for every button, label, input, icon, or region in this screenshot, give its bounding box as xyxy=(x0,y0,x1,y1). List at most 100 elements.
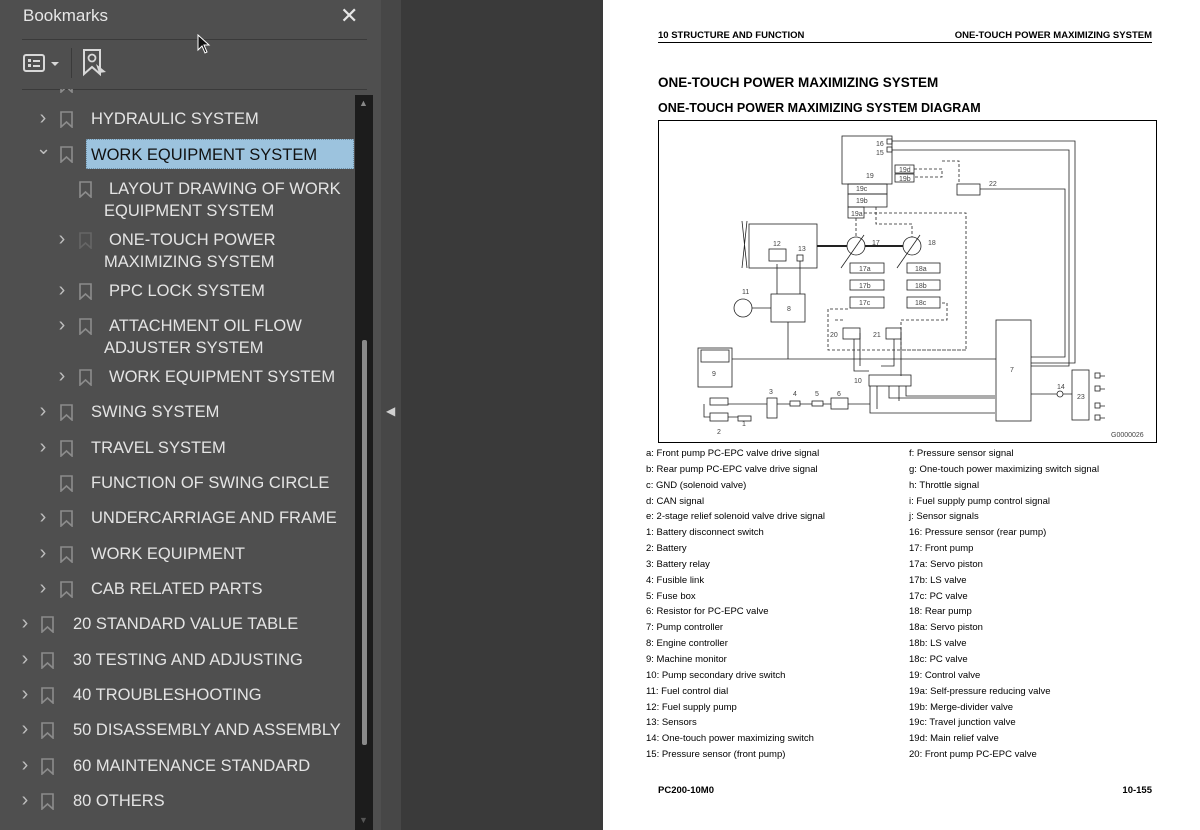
diagram-label: 3 xyxy=(769,389,773,396)
legend-item: 18c: PC valve xyxy=(909,653,968,665)
diagram-code: G0000026 xyxy=(1111,432,1144,439)
legend-item: 1: Battery disconnect switch xyxy=(646,527,764,539)
diagram-label: 17c xyxy=(859,300,871,307)
legend-item: i: Fuel supply pump control signal xyxy=(909,495,1050,507)
bookmark-icon xyxy=(41,652,54,669)
legend-item: c: GND (solenoid valve) xyxy=(646,479,747,491)
scroll-up-icon[interactable]: ▲ xyxy=(359,98,368,108)
header-rule xyxy=(658,42,1152,43)
chevron-right-icon[interactable]: › xyxy=(55,314,69,336)
diagram-label: 2 xyxy=(717,429,721,436)
bookmark-tree: › CONTROL SYSTEM › HYDRAULIC SYSTEM ⌄ WORK EQ… xyxy=(0,89,355,830)
chevron-right-icon[interactable]: › xyxy=(18,754,32,776)
bookmark-icon xyxy=(60,89,73,93)
bookmark-icon xyxy=(60,440,73,457)
bookmark-label: 30 TESTING AND ADJUSTING xyxy=(73,651,303,669)
bookmark-icon xyxy=(79,181,92,198)
legend-item: 18b: LS valve xyxy=(909,638,967,650)
bookmark-label: 20 STANDARD VALUE TABLE xyxy=(73,615,299,633)
chevron-right-icon[interactable]: › xyxy=(36,577,50,599)
collapse-panel-icon[interactable]: ◀ xyxy=(386,404,395,418)
legend-item: 19b: Merge-divider valve xyxy=(909,701,1014,713)
scrollbar-thumb[interactable] xyxy=(362,340,367,745)
chevron-right-icon[interactable]: › xyxy=(36,89,50,94)
chevron-right-icon[interactable]: › xyxy=(36,436,50,458)
document-page: 10 STRUCTURE AND FUNCTION ONE-TOUCH POWE… xyxy=(603,0,1200,830)
chevron-right-icon[interactable]: › xyxy=(18,648,32,670)
diagram-label: 10 xyxy=(854,378,862,385)
diagram-label: 13 xyxy=(798,246,806,253)
diagram-label: 17b xyxy=(859,283,871,290)
legend-item: 18: Rear pump xyxy=(909,606,972,618)
diagram-label: 17a xyxy=(859,266,871,273)
legend-item: 3: Battery relay xyxy=(646,558,710,570)
chevron-right-icon[interactable]: › xyxy=(55,365,69,387)
legend-item: d: CAN signal xyxy=(646,495,705,507)
diagram-label: 18a xyxy=(915,266,927,273)
legend-item: 15: Pressure sensor (front pump) xyxy=(646,749,786,761)
diagram-label: 12 xyxy=(773,241,781,248)
bookmark-label: WORK EQUIPMENT xyxy=(91,545,246,563)
diagram-label: 8 xyxy=(787,306,791,313)
diagram-label: 11 xyxy=(742,289,749,296)
bookmark-icon xyxy=(60,546,73,563)
bookmark-icon xyxy=(60,510,73,527)
chevron-right-icon[interactable]: › xyxy=(18,612,32,634)
chevron-right-icon[interactable]: › xyxy=(55,279,69,301)
diagram-label: 21 xyxy=(873,332,881,339)
find-bookmark-button[interactable] xyxy=(82,48,108,78)
chevron-right-icon[interactable]: › xyxy=(18,789,32,811)
chevron-down-icon[interactable]: ⌄ xyxy=(36,137,51,159)
bookmark-label: ONE-TOUCH POWER MAXIMIZING SYSTEM xyxy=(104,231,276,271)
legend-item: 19c: Travel junction valve xyxy=(909,717,1016,729)
divider xyxy=(22,39,367,40)
legend-item: b: Rear pump PC-EPC valve drive signal xyxy=(646,463,818,475)
legend-right: f: Pressure sensor signal g: One-touch po… xyxy=(909,446,1099,763)
legend-item: 10: Pump secondary drive switch xyxy=(646,669,786,681)
legend-item: e: 2-stage relief solenoid valve drive s… xyxy=(646,511,826,523)
bookmark-icon xyxy=(60,146,73,163)
legend-item: 18a: Servo piston xyxy=(909,622,983,634)
options-menu-button[interactable] xyxy=(22,50,62,76)
bookmark-label: 80 OTHERS xyxy=(73,792,165,810)
legend-item: 19a: Self-pressure reducing valve xyxy=(909,685,1051,697)
legend-item: a: Front pump PC-EPC valve drive signal xyxy=(646,448,820,459)
chevron-right-icon[interactable]: › xyxy=(55,228,69,250)
bookmark-icon xyxy=(60,111,73,128)
chevron-right-icon[interactable]: › xyxy=(36,400,50,422)
bookmark-icon xyxy=(60,475,73,492)
diagram-label: 7 xyxy=(1010,367,1014,374)
bookmark-icon xyxy=(41,793,54,810)
diagram-label: 20 xyxy=(830,332,838,339)
diagram-label: 18b xyxy=(915,283,927,290)
chevron-right-icon[interactable]: › xyxy=(18,718,32,740)
legend-item: 11: Fuel control dial xyxy=(646,685,729,697)
chevron-right-icon[interactable]: › xyxy=(36,506,50,528)
bookmark-label: 40 TROUBLESHOOTING xyxy=(73,686,262,704)
bookmark-icon xyxy=(41,687,54,704)
footer-page-number: 10-155 xyxy=(1122,785,1152,796)
diagram-label: 18c xyxy=(915,300,927,307)
bookmark-label: WORK EQUIPMENT SYSTEM xyxy=(86,139,354,169)
legend-item: 6: Resistor for PC-EPC valve xyxy=(646,606,769,618)
legend-item: 19: Control valve xyxy=(909,669,981,681)
legend-item: 8: Engine controller xyxy=(646,638,728,650)
diagram-label: 19b xyxy=(856,198,868,205)
close-icon[interactable]: ✕ xyxy=(340,3,358,29)
bookmark-icon xyxy=(60,404,73,421)
diagram-label: 19a xyxy=(851,211,863,218)
bookmark-icon xyxy=(41,616,54,633)
chevron-right-icon[interactable]: › xyxy=(18,683,32,705)
bookmark-icon xyxy=(79,232,92,249)
chevron-right-icon[interactable]: › xyxy=(36,542,50,564)
chevron-right-icon[interactable]: › xyxy=(36,107,50,129)
legend-item: 17a: Servo piston xyxy=(909,558,983,570)
bookmark-label: 60 MAINTENANCE STANDARD xyxy=(73,757,311,775)
legend-item: 20: Front pump PC-EPC valve xyxy=(909,749,1037,761)
diagram-label: 4 xyxy=(793,391,797,398)
scroll-down-icon[interactable]: ▼ xyxy=(359,815,368,825)
legend-item: 19d: Main relief valve xyxy=(909,733,999,745)
diagram-label: 9 xyxy=(712,371,716,378)
diagram-label: 14 xyxy=(1057,384,1065,391)
bookmark-icon xyxy=(41,758,54,775)
